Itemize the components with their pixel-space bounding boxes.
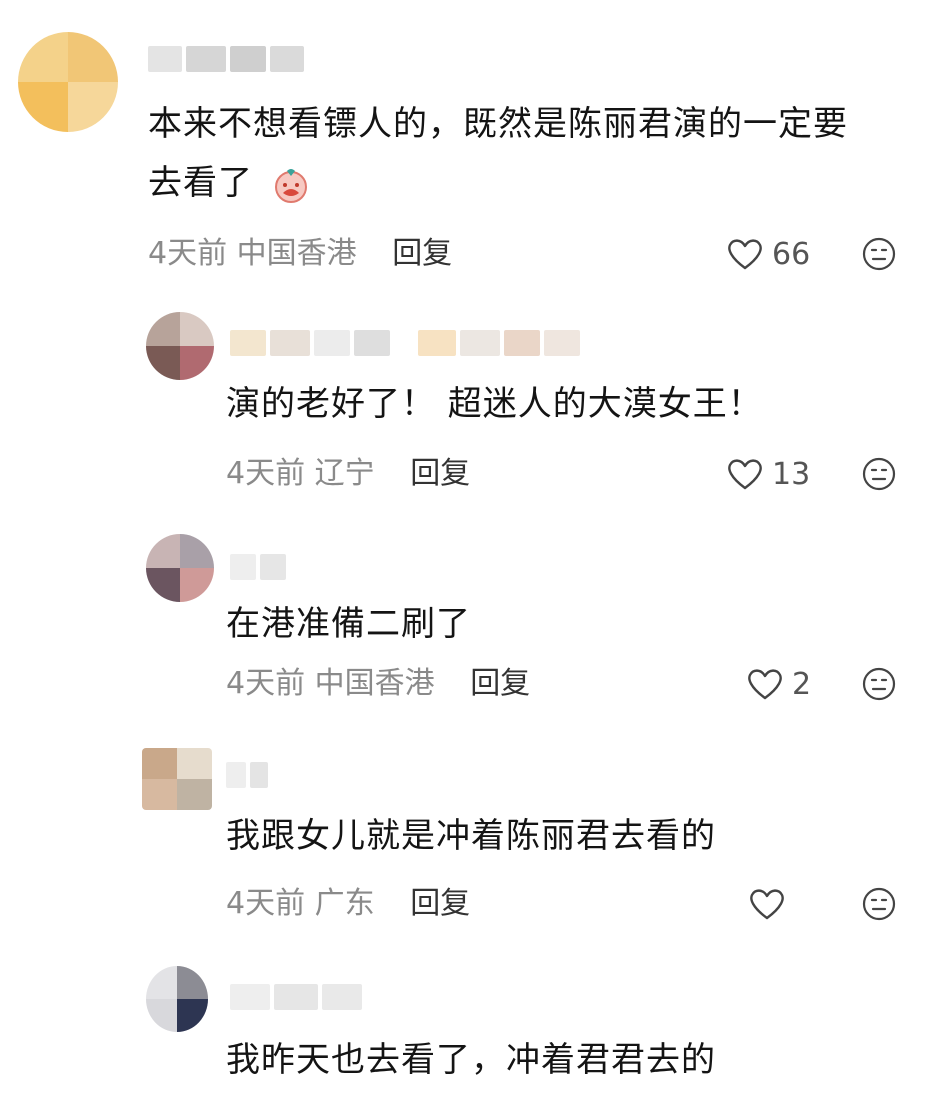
like-count: 66 [772, 236, 811, 272]
reply-item: 我昨天也去看了，冲着君君去的 [0, 960, 932, 1108]
location: 辽宁 [314, 456, 375, 491]
username-blurred[interactable] [226, 762, 268, 788]
like-button[interactable]: 13 [726, 454, 810, 494]
timestamp: 4天前 [148, 236, 228, 271]
comment-text-line: 去看了 [148, 163, 253, 203]
heart-icon [728, 459, 762, 490]
username-blurred[interactable] [148, 46, 304, 72]
dislike-face-icon[interactable] [862, 887, 896, 921]
username-blurred[interactable] [230, 984, 362, 1010]
dislike-face-icon[interactable] [862, 237, 896, 271]
reply-button[interactable]: 回复 [470, 666, 530, 701]
username-blurred[interactable] [230, 554, 286, 580]
like-button[interactable]: 2 [746, 664, 811, 704]
reply-text: 我昨天也去看了，冲着君君去的 [226, 1040, 716, 1080]
location: 中国香港 [236, 236, 357, 271]
reply-button[interactable]: 回复 [410, 886, 470, 921]
reply-meta: 4天前 中国香港 回复 [226, 664, 530, 704]
timestamp: 4天前 [226, 666, 306, 701]
location: 中国香港 [314, 666, 435, 701]
avatar[interactable] [146, 534, 214, 602]
comment-text: 去看了 [148, 155, 311, 211]
reply-item: 我跟女儿就是冲着陈丽君去看的 4天前 广东 回复 [0, 740, 932, 950]
reply-meta: 4天前 广东 回复 [226, 884, 470, 924]
username-blurred[interactable] [230, 330, 580, 356]
avatar[interactable] [18, 32, 118, 132]
heart-icon [748, 669, 782, 700]
avatar[interactable] [142, 748, 212, 810]
reply-button[interactable]: 回复 [392, 236, 452, 271]
timestamp: 4天前 [226, 886, 306, 921]
comment-meta: 4天前 中国香港 回复 [148, 234, 452, 274]
timestamp: 4天前 [226, 456, 306, 491]
dislike-face-icon[interactable] [862, 667, 896, 701]
like-count: 13 [772, 456, 811, 492]
dislike-face-icon[interactable] [862, 457, 896, 491]
location: 广东 [314, 886, 375, 921]
reply-text: 演的老好了！ 超迷人的大漠女王！ [226, 384, 763, 424]
heart-icon [728, 239, 762, 270]
comment-item: 本来不想看镖人的，既然是陈丽君演的一定要 去看了 4天前 中国香港 回复 66 [0, 0, 932, 300]
heart-icon [750, 889, 784, 920]
like-button[interactable] [748, 884, 794, 924]
avatar[interactable] [146, 966, 208, 1032]
crying-face-emoji-icon [274, 168, 307, 203]
comment-text-line: 本来不想看镖人的，既然是陈丽君演的一定要 [148, 104, 848, 144]
reply-button[interactable]: 回复 [410, 456, 470, 491]
reply-text: 我跟女儿就是冲着陈丽君去看的 [226, 816, 716, 856]
like-count: 2 [792, 666, 812, 702]
comment-text: 本来不想看镖人的，既然是陈丽君演的一定要 [148, 96, 848, 152]
reply-meta: 4天前 辽宁 回复 [226, 454, 470, 494]
reply-item: 在港准備二刷了 4天前 中国香港 回复 2 [0, 520, 932, 730]
avatar[interactable] [146, 312, 214, 380]
reply-text: 在港准備二刷了 [226, 604, 471, 644]
reply-item: 演的老好了！ 超迷人的大漠女王！ 4天前 辽宁 回复 13 [0, 300, 932, 510]
like-button[interactable]: 66 [726, 234, 810, 274]
